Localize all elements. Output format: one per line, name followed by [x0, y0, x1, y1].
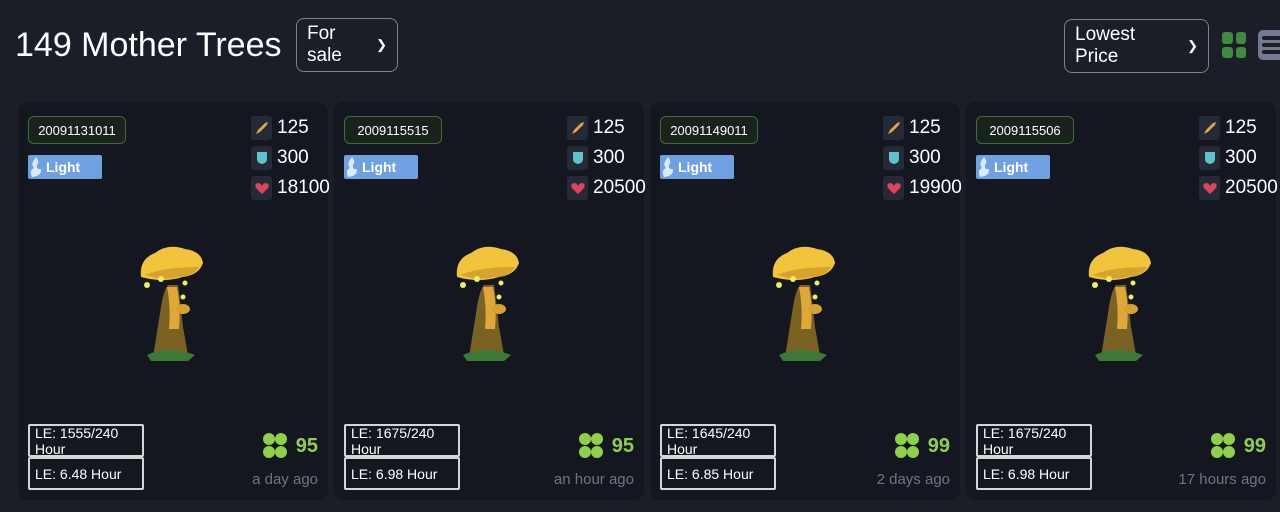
tree-card[interactable]: 20091131011 Light 125 300 18100 LE: 1555… [18, 102, 330, 500]
sword-icon [883, 116, 904, 140]
element-badge: Light [28, 155, 102, 179]
chevron-down-icon: ❯ [1187, 38, 1198, 53]
le-rate: LE: 1675/240 Hour [976, 424, 1092, 457]
shield-icon [1199, 146, 1220, 170]
status-filter-select[interactable]: For sale ❯ [296, 18, 398, 72]
luck-value: 95 [611, 434, 634, 457]
tree-id-badge: 2009115515 [344, 116, 442, 144]
le-rate: LE: 1555/240 Hour [28, 424, 144, 457]
luck-value: 99 [927, 434, 950, 457]
clover-icon [1210, 433, 1235, 458]
heart-icon [251, 176, 272, 200]
attack-stat: 125 [883, 116, 941, 140]
hp-stat: 20500 [1199, 176, 1278, 200]
defense-value: 300 [909, 147, 941, 168]
le-hour: LE: 6.98 Hour [344, 457, 460, 490]
hp-value: 19900 [909, 177, 962, 198]
sword-icon [1199, 116, 1220, 140]
luck-stat: 99 [894, 432, 950, 460]
element-badge: Light [660, 155, 734, 179]
clover-icon [894, 433, 919, 458]
listed-time: 17 hours ago [1178, 471, 1266, 488]
attack-stat: 125 [567, 116, 625, 140]
hp-stat: 20500 [567, 176, 646, 200]
sort-value: Lowest Price [1075, 24, 1136, 67]
clover-icon [262, 433, 287, 458]
attack-stat: 125 [251, 116, 309, 140]
mother-tree-image [140, 246, 203, 361]
tree-card[interactable]: 2009115506 Light 125 300 20500 LE: 1675/… [966, 102, 1278, 500]
status-filter-value: For sale [307, 23, 342, 66]
hp-value: 18100 [277, 177, 330, 198]
tree-card[interactable]: 20091149011 Light 125 300 19900 LE: 1645… [650, 102, 962, 500]
element-label: Light [46, 159, 81, 175]
chevron-down-icon: ❯ [376, 37, 387, 52]
luck-value: 95 [295, 434, 318, 457]
light-element-icon [662, 157, 674, 177]
luck-stat: 99 [1210, 432, 1266, 460]
heart-icon [1199, 176, 1220, 200]
mother-tree-image [772, 246, 835, 361]
listed-time: 2 days ago [876, 471, 950, 488]
sword-icon [567, 116, 588, 140]
luck-stat: 95 [578, 432, 634, 460]
shield-icon [251, 146, 272, 170]
le-hour: LE: 6.98 Hour [976, 457, 1092, 490]
element-label: Light [362, 159, 397, 175]
defense-value: 300 [1225, 147, 1257, 168]
luck-value: 99 [1243, 434, 1266, 457]
le-hour: LE: 6.48 Hour [28, 457, 144, 490]
heart-icon [567, 176, 588, 200]
attack-value: 125 [593, 117, 625, 138]
defense-value: 300 [593, 147, 625, 168]
luck-stat: 95 [262, 432, 318, 460]
hp-value: 20500 [593, 177, 646, 198]
mother-tree-image [456, 246, 519, 361]
attack-stat: 125 [1199, 116, 1257, 140]
sword-icon [251, 116, 272, 140]
grid-view-icon[interactable] [1222, 32, 1246, 58]
clover-icon [578, 433, 603, 458]
attack-value: 125 [909, 117, 941, 138]
le-hour: LE: 6.85 Hour [660, 457, 776, 490]
attack-value: 125 [277, 117, 309, 138]
tree-id-badge: 2009115506 [976, 116, 1074, 144]
shield-icon [883, 146, 904, 170]
attack-value: 125 [1225, 117, 1257, 138]
element-badge: Light [976, 155, 1050, 179]
tree-id-badge: 20091149011 [660, 116, 758, 144]
heart-icon [883, 176, 904, 200]
header: 149 Mother Trees For sale ❯ Lowest Price ❯ [0, 0, 1280, 95]
tree-id-badge: 20091131011 [28, 116, 126, 144]
light-element-icon [346, 157, 358, 177]
hp-stat: 19900 [883, 176, 962, 200]
element-label: Light [994, 159, 1029, 175]
light-element-icon [978, 157, 990, 177]
defense-stat: 300 [567, 146, 625, 170]
le-rate: LE: 1675/240 Hour [344, 424, 460, 457]
tree-card[interactable]: 2009115515 Light 125 300 20500 LE: 1675/… [334, 102, 646, 500]
shield-icon [567, 146, 588, 170]
list-view-icon[interactable] [1258, 30, 1280, 60]
element-badge: Light [344, 155, 418, 179]
listed-time: an hour ago [553, 471, 634, 488]
defense-value: 300 [277, 147, 309, 168]
mother-tree-image [1088, 246, 1151, 361]
le-rate: LE: 1645/240 Hour [660, 424, 776, 457]
defense-stat: 300 [883, 146, 941, 170]
page-title: 149 Mother Trees [15, 26, 282, 64]
hp-value: 20500 [1225, 177, 1278, 198]
defense-stat: 300 [1199, 146, 1257, 170]
hp-stat: 18100 [251, 176, 330, 200]
sort-select[interactable]: Lowest Price ❯ [1064, 19, 1209, 73]
light-element-icon [30, 157, 42, 177]
element-label: Light [678, 159, 713, 175]
defense-stat: 300 [251, 146, 309, 170]
listed-time: a day ago [252, 471, 318, 488]
